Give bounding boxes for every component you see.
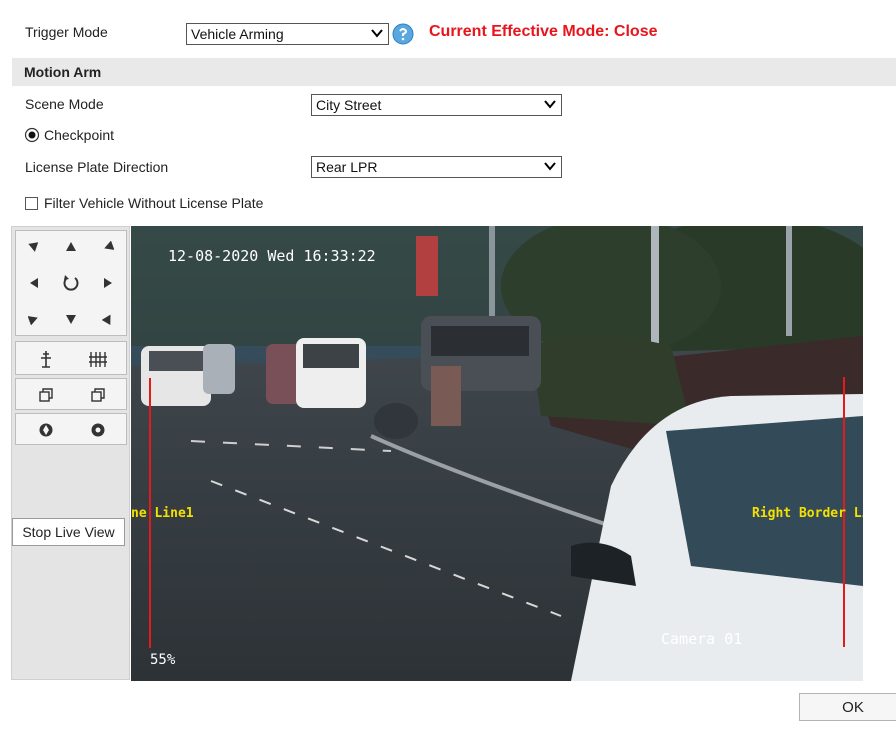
- arrow-down-right-icon: [102, 314, 111, 325]
- focus-near-icon: [39, 388, 53, 402]
- arrow-down-icon: [66, 315, 76, 324]
- current-effective-mode-text: Current Effective Mode: Close: [429, 23, 658, 40]
- focus-far-icon: [91, 388, 105, 402]
- right-line-label: Right Border Lin: [752, 506, 863, 521]
- zoom-in-button[interactable]: [28, 345, 64, 373]
- zoom-controls: [15, 341, 127, 375]
- arrow-down-left-icon: [28, 316, 38, 325]
- ok-button[interactable]: OK: [799, 693, 896, 721]
- trigger-mode-label: Trigger Mode: [25, 24, 108, 40]
- trigger-mode-select[interactable]: Vehicle Arming: [186, 23, 389, 45]
- pan-up-right-button[interactable]: [90, 233, 126, 261]
- refresh-icon: [63, 275, 79, 291]
- iris-close-button[interactable]: [80, 416, 116, 444]
- left-line-label: ne Line1: [131, 506, 194, 521]
- pan-down-button[interactable]: [53, 305, 89, 333]
- license-plate-direction-label: License Plate Direction: [25, 159, 169, 175]
- pan-down-left-button[interactable]: [16, 305, 52, 333]
- iris-controls: [15, 413, 127, 445]
- zoom-out-icon: [89, 352, 107, 367]
- plate-direction-select-wrap[interactable]: Rear LPR: [311, 156, 562, 178]
- checkpoint-radio[interactable]: [24, 127, 40, 143]
- arrow-up-left-icon: [28, 242, 39, 252]
- iris-open-icon: [39, 423, 53, 437]
- ptz-panel: [11, 226, 130, 680]
- zoom-out-button[interactable]: [80, 345, 116, 373]
- arrow-right-icon: [104, 278, 112, 288]
- stop-live-view-button[interactable]: Stop Live View: [12, 518, 125, 546]
- plate-direction-select[interactable]: Rear LPR: [311, 156, 562, 178]
- trigger-mode-select-wrap[interactable]: Vehicle Arming: [186, 23, 389, 45]
- iris-close-icon: [91, 423, 105, 437]
- scene-mode-select[interactable]: City Street: [311, 94, 562, 116]
- filter-vehicle-checkbox[interactable]: [25, 197, 38, 210]
- arrow-up-right-icon: [104, 241, 114, 250]
- section-header: Motion Arm: [12, 58, 896, 86]
- osd-timestamp: 12-08-2020 Wed 16:33:22: [168, 247, 376, 265]
- help-icon[interactable]: [391, 22, 415, 46]
- pan-up-left-button[interactable]: [16, 233, 52, 261]
- direction-pad: [15, 230, 127, 336]
- iris-open-button[interactable]: [28, 416, 64, 444]
- live-video-view[interactable]: 12-08-2020 Wed 16:33:22 ne Line1 Right B…: [131, 226, 863, 681]
- pan-down-right-button[interactable]: [90, 305, 126, 333]
- scene-mode-label: Scene Mode: [25, 96, 104, 112]
- pan-left-button[interactable]: [16, 269, 52, 297]
- checkpoint-label: Checkpoint: [44, 127, 115, 143]
- auto-rotate-button[interactable]: [53, 269, 89, 297]
- video-frame: [131, 226, 863, 681]
- pan-up-button[interactable]: [53, 233, 89, 261]
- focus-far-button[interactable]: [80, 381, 116, 409]
- scene-mode-select-wrap[interactable]: City Street: [311, 94, 562, 116]
- filter-vehicle-label: Filter Vehicle Without License Plate: [44, 195, 264, 211]
- zoom-in-icon: [41, 351, 51, 368]
- focus-controls: [15, 378, 127, 410]
- arrow-up-icon: [66, 242, 76, 251]
- pan-right-button[interactable]: [90, 269, 126, 297]
- arrow-left-icon: [30, 278, 38, 288]
- focus-near-button[interactable]: [28, 381, 64, 409]
- camera-name-label: Camera 01: [661, 630, 743, 648]
- zoom-level-label: 55%: [150, 652, 176, 668]
